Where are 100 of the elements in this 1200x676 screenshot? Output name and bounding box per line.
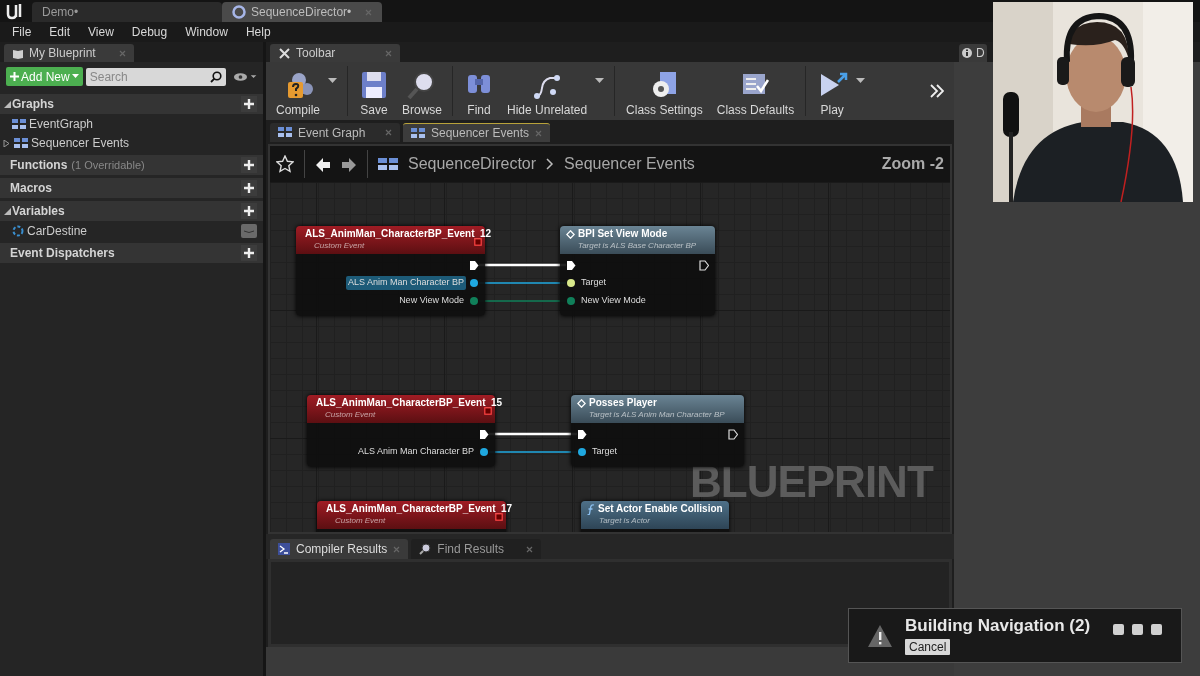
- engine-logo: [4, 1, 24, 21]
- node-subtitle: Custom Event: [313, 240, 366, 251]
- node-title: Posses Player: [589, 397, 657, 409]
- info-icon: [961, 47, 973, 59]
- graph-icon: [411, 127, 425, 139]
- eye-icon: [232, 71, 257, 82]
- panel-tab[interactable]: Toolbar: [270, 44, 400, 62]
- tree-item[interactable]: Sequencer Events: [0, 134, 263, 152]
- object-icon: [12, 225, 24, 237]
- menu-item[interactable]: Debug: [123, 23, 176, 41]
- tree-item[interactable]: CarDestine: [0, 222, 263, 240]
- toolbar-button[interactable]: Hide Unrelated: [501, 63, 594, 119]
- breadcrumb-item[interactable]: SequenceDirector: [408, 152, 537, 176]
- close-icon: [535, 129, 543, 137]
- panel-tab[interactable]: D: [959, 44, 987, 62]
- search-icon: [209, 70, 222, 83]
- panel-tab[interactable]: Compiler Results: [270, 539, 409, 559]
- app-tab[interactable]: Demo•: [32, 2, 222, 22]
- graph-icon: [14, 137, 28, 149]
- node-title: ALS_AnimMan_CharacterBP_Event_15: [316, 397, 503, 409]
- plus-icon: [244, 248, 254, 258]
- add-button[interactable]: [241, 180, 257, 196]
- graph-watermark: BLUEPRINT: [690, 464, 933, 500]
- console-icon: [278, 543, 290, 555]
- blueprint-icon: [232, 5, 246, 19]
- node-title: BPI Set View Mode: [578, 228, 668, 240]
- section-note: (1 Overridable): [71, 157, 145, 173]
- plus-icon: [244, 206, 254, 216]
- pin-label: Target: [591, 445, 618, 459]
- menu-item[interactable]: Help: [237, 23, 279, 41]
- diamond-icon: [577, 398, 586, 408]
- add-button[interactable]: [241, 157, 257, 173]
- delegate-pin-icon: [474, 238, 482, 246]
- toolbar-button[interactable]: Play: [810, 63, 855, 119]
- toolbar-button[interactable]: Class Settings: [619, 63, 710, 119]
- close-icon: [119, 49, 126, 57]
- graph-node[interactable]: Posses Player Target is ALS Anim Man Character BP Target: [571, 395, 744, 467]
- node-title: ALS_AnimMan_CharacterBP_Event_17: [326, 503, 513, 515]
- pin-label: ALS Anim Man Character BP: [356, 445, 475, 459]
- delegate-pin-icon: [495, 513, 503, 521]
- graph-icon: [12, 118, 26, 130]
- close-icon: [385, 49, 392, 57]
- notification-title: Building Navigation (2): [905, 616, 1091, 636]
- node-title: ALS_AnimMan_CharacterBP_Event_12: [305, 228, 492, 240]
- graph-icon: [378, 156, 398, 172]
- menu-item[interactable]: Window: [177, 23, 236, 41]
- throbber-icon: [1113, 623, 1163, 636]
- menu-item[interactable]: Edit: [41, 23, 79, 41]
- close-icon: [385, 129, 392, 136]
- magnifier-icon: [419, 543, 432, 555]
- search-field[interactable]: Search: [85, 67, 226, 86]
- tree-item[interactable]: EventGraph: [0, 115, 263, 133]
- close-icon: [365, 8, 372, 16]
- graph-icon: [278, 127, 292, 138]
- plus-icon: [244, 160, 254, 170]
- toolbar-button[interactable]: Find: [457, 63, 502, 119]
- diamond-icon: [566, 229, 575, 239]
- plus-icon: [10, 72, 19, 81]
- graph-tab[interactable]: Event Graph: [270, 123, 400, 142]
- toolbar-button[interactable]: Browse: [396, 63, 449, 119]
- forward-button[interactable]: [341, 155, 357, 173]
- delegate-pin-icon: [484, 407, 492, 415]
- node-subtitle: Target is ALS Anim Man Character BP: [588, 409, 726, 420]
- toolbar-button[interactable]: Class Defaults: [709, 63, 802, 119]
- menu-item[interactable]: View: [80, 23, 122, 41]
- graph-node[interactable]: BPI Set View Mode Target is ALS Base Character BP Target New View Mode: [560, 226, 715, 316]
- section-title[interactable]: Graphs: [12, 95, 54, 113]
- graph-node[interactable]: Set Actor Enable Collision Target is Actor: [581, 501, 729, 532]
- section-title[interactable]: Functions: [10, 156, 68, 174]
- cancel-button[interactable]: Cancel: [905, 639, 951, 655]
- add-button[interactable]: [241, 245, 257, 261]
- panel-tab[interactable]: My Blueprint: [4, 44, 134, 62]
- node-subtitle: Custom Event: [324, 409, 377, 420]
- pin-label: Target: [580, 276, 607, 290]
- book-icon: [12, 47, 24, 59]
- section-title[interactable]: Variables: [12, 202, 65, 220]
- node-subtitle: Custom Event: [334, 515, 387, 526]
- toolbar-button[interactable]: Save: [352, 63, 396, 119]
- zoom-label: Zoom -2: [881, 154, 944, 174]
- star-icon: [276, 155, 294, 173]
- double-chevron-icon: [930, 84, 944, 98]
- warning-icon: [867, 623, 893, 648]
- menu-item[interactable]: File: [4, 23, 40, 41]
- node-title: Set Actor Enable Collision: [598, 503, 723, 515]
- app-tab[interactable]: SequenceDirector•: [222, 2, 382, 22]
- panel-tab[interactable]: Find Results: [411, 539, 542, 559]
- breadcrumb-item[interactable]: Sequencer Events: [564, 152, 695, 176]
- function-icon: [587, 503, 595, 515]
- right-arrow-icon: [341, 156, 357, 173]
- chevron-right-icon: [546, 158, 555, 170]
- node-subtitle: Target is Actor: [598, 515, 651, 526]
- caret-icon: [71, 74, 79, 79]
- section-title[interactable]: Macros: [10, 179, 53, 197]
- add-button[interactable]: [241, 96, 257, 112]
- toolbar-button[interactable]: Compile: [270, 63, 326, 119]
- variable-type-icon: [241, 224, 257, 238]
- node-subtitle: Target is ALS Base Character BP: [577, 240, 698, 251]
- add-button[interactable]: [241, 203, 257, 219]
- graph-tab[interactable]: Sequencer Events: [403, 123, 551, 142]
- pin-label: ALS Anim Man Character BP: [345, 276, 466, 290]
